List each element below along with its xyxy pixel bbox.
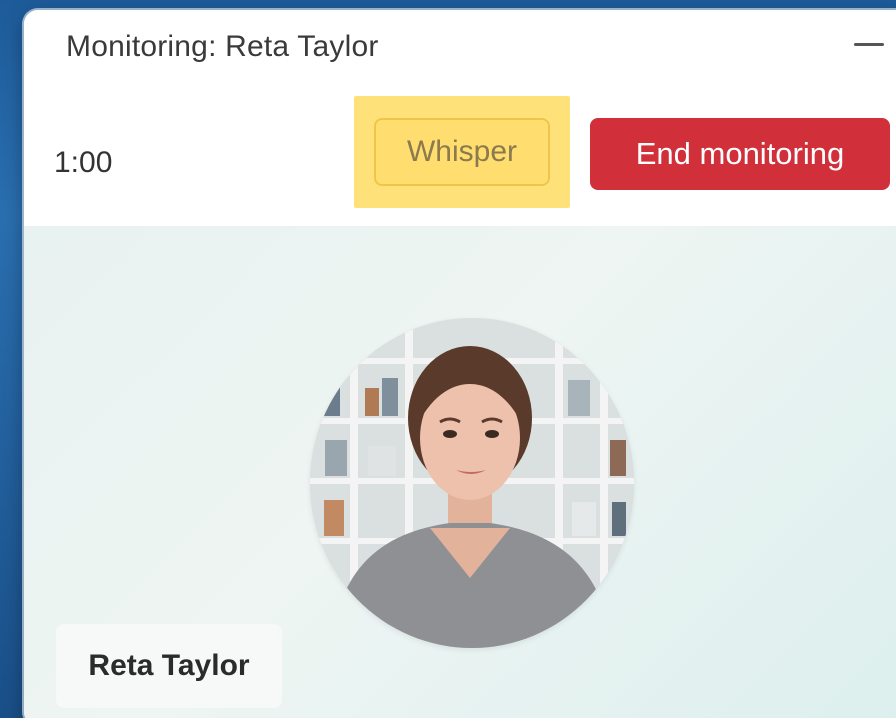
minimize-icon [854,43,884,46]
window-title: Monitoring: Reta Taylor [66,30,379,63]
avatar-photo [310,318,634,648]
monitoring-window: Monitoring: Reta Taylor 1:00 Whisper End… [24,10,896,718]
end-monitoring-button[interactable]: End monitoring [590,118,890,190]
participant-name-label: Reta Taylor [56,624,282,708]
title-bar: Monitoring: Reta Taylor [24,10,896,90]
monitoring-toolbar: 1:00 Whisper End monitoring [24,90,896,226]
avatar [310,318,634,648]
whisper-highlight: Whisper [354,96,570,208]
minimize-button[interactable] [848,24,892,64]
whisper-button[interactable]: Whisper [374,118,550,186]
video-area: Reta Taylor [24,226,896,718]
call-timer: 1:00 [54,146,113,179]
